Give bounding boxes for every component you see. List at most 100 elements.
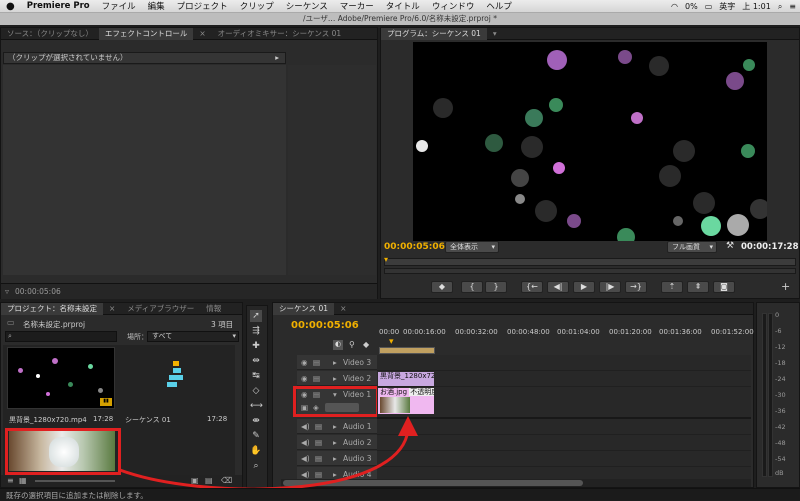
marker-icon[interactable]: ⚲	[349, 340, 355, 349]
new-item-icon[interactable]: ▤	[205, 476, 213, 485]
waveform-icon[interactable]: ▤	[315, 454, 322, 463]
ripple-edit-tool-icon[interactable]: ✚	[250, 340, 262, 352]
add-button-icon[interactable]: +	[781, 280, 790, 293]
track-video-2[interactable]: ◉ ▤ ▸ Video 2	[297, 371, 377, 386]
eye-icon[interactable]: ◉	[301, 358, 308, 367]
tab-program[interactable]: プログラム：シーケンス 01	[381, 27, 487, 40]
speaker-icon[interactable]: ◀)	[301, 470, 310, 479]
go-to-in-button[interactable]: {←	[521, 281, 543, 293]
clip-video1-image[interactable]: お酒.jpg 不透明度	[378, 388, 434, 414]
track-audio-3[interactable]: ◀) ▤ ▸ Audio 3	[297, 451, 377, 466]
waveform-icon[interactable]: ▤	[315, 438, 322, 447]
menu-clip[interactable]: クリップ	[234, 0, 280, 12]
close-icon[interactable]: ×	[193, 28, 211, 40]
new-bin-icon[interactable]: ▣	[191, 476, 199, 485]
tab-info[interactable]: 情報	[200, 303, 227, 315]
step-forward-button[interactable]: |▶	[599, 281, 621, 293]
timeline-hscroll[interactable]	[281, 479, 751, 487]
waveform-icon[interactable]: ▤	[315, 470, 322, 479]
extract-button[interactable]: ⇞	[687, 281, 709, 293]
menu-window[interactable]: ウィンドウ	[426, 0, 481, 12]
expand-arrow-icon[interactable]: ▸	[275, 53, 279, 63]
step-back-button[interactable]: ◀|	[547, 281, 569, 293]
time-ruler[interactable]: 00:00 00:00:16:00 00:00:32:00 00:00:48:0…	[377, 327, 754, 354]
expand-arrow-icon[interactable]: ▸	[333, 358, 337, 367]
eye-icon[interactable]: ◉	[301, 374, 308, 383]
snap-icon[interactable]: ◐	[333, 340, 343, 350]
add-marker-button[interactable]: ◆	[431, 281, 453, 293]
zoom-slider[interactable]	[35, 480, 115, 482]
razor-tool-icon[interactable]: ◇	[250, 385, 262, 397]
rate-stretch-tool-icon[interactable]: ↹	[250, 370, 262, 382]
program-current-timecode[interactable]: 00:00:05:06	[384, 242, 445, 252]
expand-arrow-icon[interactable]: ▸	[333, 438, 337, 447]
menu-marker[interactable]: マーカー	[334, 0, 380, 12]
program-dropdown-icon[interactable]: ▾	[487, 28, 503, 40]
tab-effect-controls[interactable]: エフェクトコントロール	[98, 27, 194, 40]
timeline-hscroll-thumb[interactable]	[283, 480, 583, 486]
timeline-timecode[interactable]: 00:00:05:06	[291, 320, 359, 331]
list-icon[interactable]: ≡	[789, 2, 796, 11]
filmstrip-icon[interactable]: ▤	[313, 374, 320, 383]
trash-icon[interactable]: ⌫	[221, 476, 232, 485]
tab-sequence[interactable]: シーケンス 01	[273, 302, 335, 315]
filter-icon[interactable]: ▿	[5, 287, 9, 296]
menu-file[interactable]: ファイル	[96, 0, 142, 12]
tab-audio-mixer[interactable]: オーディオミキサー：シーケンス 01	[212, 28, 348, 40]
close-icon[interactable]: ×	[334, 303, 352, 315]
add-marker-icon[interactable]: ◆	[363, 340, 369, 349]
track-video-3[interactable]: ◉ ▤ ▸ Video 3	[297, 355, 377, 370]
clock[interactable]: 上 1:01	[742, 1, 771, 12]
playhead-icon[interactable]: ▾	[389, 337, 394, 347]
speaker-icon[interactable]: ◀)	[301, 438, 310, 447]
rolling-edit-tool-icon[interactable]: ⇹	[250, 355, 262, 367]
tab-project[interactable]: プロジェクト：名称未設定	[1, 302, 103, 315]
project-item-sequence[interactable]	[123, 347, 231, 409]
expand-arrow-icon[interactable]: ▸	[333, 454, 337, 463]
clip-video2[interactable]: 黒背景_1280x720	[378, 372, 434, 386]
filmstrip-icon[interactable]: ▤	[313, 358, 320, 367]
expand-arrow-icon[interactable]: ▸	[333, 470, 337, 479]
expand-arrow-icon[interactable]: ▸	[333, 422, 337, 431]
wrench-icon[interactable]: ⚒	[726, 241, 734, 251]
input-source[interactable]: 英字	[719, 1, 735, 12]
mark-in-button[interactable]: {	[461, 281, 483, 293]
tab-source[interactable]: ソース：（クリップなし）	[1, 28, 99, 40]
battery-icon[interactable]: ▭	[705, 2, 713, 11]
menu-app-name[interactable]: Premiere Pro	[21, 1, 96, 11]
pen-tool-icon[interactable]: ✎	[250, 430, 262, 442]
waveform-icon[interactable]: ▤	[315, 422, 322, 431]
icon-view-icon[interactable]: ▦	[19, 476, 27, 485]
search-icon[interactable]: ⌕	[778, 2, 782, 12]
program-zoom-bar[interactable]	[384, 268, 796, 274]
slip-tool-icon[interactable]: ⟷	[250, 400, 263, 412]
speaker-icon[interactable]: ◀)	[301, 422, 310, 431]
track-audio-2[interactable]: ◀) ▤ ▸ Audio 2	[297, 435, 377, 450]
close-icon[interactable]: ×	[103, 303, 121, 315]
project-item-video[interactable]: ▮▮	[7, 347, 115, 409]
menu-sequence[interactable]: シーケンス	[280, 0, 334, 12]
mark-out-button[interactable]: }	[485, 281, 507, 293]
menu-edit[interactable]: 編集	[142, 0, 171, 12]
camera-icon[interactable]: ◙	[713, 281, 735, 293]
slide-tool-icon[interactable]: ⇼	[250, 415, 262, 427]
quality-dropdown[interactable]: フル画質 ▾	[667, 241, 717, 253]
selection-tool-icon[interactable]: ➚	[250, 310, 262, 322]
location-dropdown[interactable]: すべて ▾	[147, 331, 239, 342]
tab-media-browser[interactable]: メディアブラウザー	[121, 303, 200, 315]
wifi-icon[interactable]: ◠	[671, 2, 678, 11]
go-to-out-button[interactable]: →}	[625, 281, 647, 293]
menu-help[interactable]: ヘルプ	[480, 0, 518, 12]
program-scrub-bar[interactable]	[384, 258, 796, 266]
track-audio-1[interactable]: ◀) ▤ ▸ Audio 1	[297, 419, 377, 434]
zoom-tool-icon[interactable]: ⌕	[250, 460, 262, 472]
work-area-bar[interactable]	[379, 347, 435, 354]
playhead-marker-icon[interactable]: ▾	[384, 255, 388, 264]
expand-arrow-icon[interactable]: ▸	[333, 374, 337, 383]
hand-tool-icon[interactable]: ✋	[250, 445, 262, 457]
zoom-fit-dropdown[interactable]: 全体表示 ▾	[445, 241, 499, 253]
play-button[interactable]: ▶	[573, 281, 595, 293]
track-select-tool-icon[interactable]: ⇶	[250, 325, 262, 337]
project-search-input[interactable]: ⌕	[5, 331, 117, 342]
lift-button[interactable]: ⇡	[661, 281, 683, 293]
